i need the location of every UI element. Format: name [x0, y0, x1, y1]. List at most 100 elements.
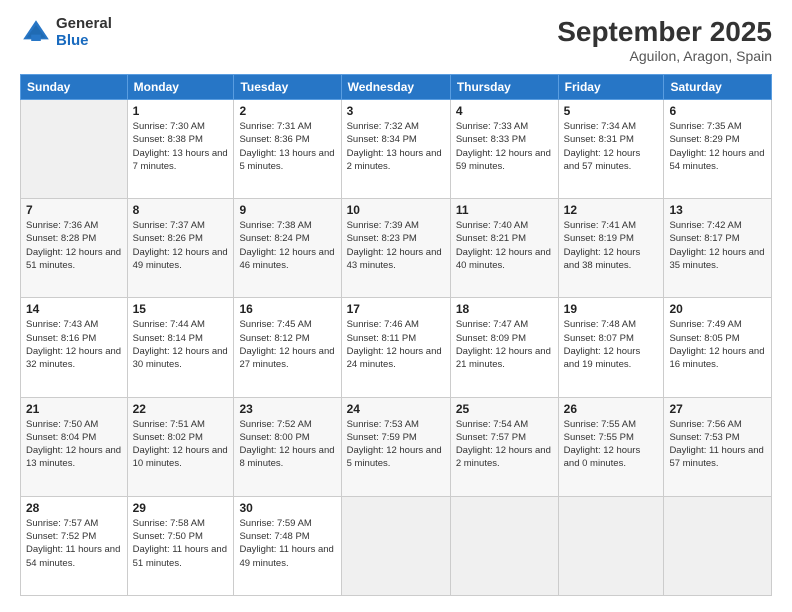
day-number: 29 — [133, 501, 229, 515]
day-info: Sunrise: 7:38 AMSunset: 8:24 PMDaylight:… — [239, 219, 335, 272]
day-number: 17 — [347, 302, 445, 316]
header-friday: Friday — [558, 75, 664, 100]
day-info: Sunrise: 7:39 AMSunset: 8:23 PMDaylight:… — [347, 219, 445, 272]
day-info: Sunrise: 7:59 AMSunset: 7:48 PMDaylight:… — [239, 517, 335, 570]
calendar-cell: 20 Sunrise: 7:49 AMSunset: 8:05 PMDayligh… — [664, 298, 772, 397]
day-number: 27 — [669, 402, 766, 416]
week-row-3: 21Sunrise: 7:50 AMSunset: 8:04 PMDayligh… — [21, 397, 772, 496]
calendar-cell: 11Sunrise: 7:40 AMSunset: 8:21 PMDayligh… — [450, 199, 558, 298]
calendar-cell: 15 Sunrise: 7:44 AMSunset: 8:14 PMDayligh… — [127, 298, 234, 397]
calendar-table: Sunday Monday Tuesday Wednesday Thursday… — [20, 74, 772, 596]
day-number: 3 — [347, 104, 445, 118]
header-wednesday: Wednesday — [341, 75, 450, 100]
day-info: Sunrise: 7:37 AMSunset: 8:26 PMDaylight:… — [133, 219, 229, 272]
calendar-cell: 27 Sunrise: 7:56 AMSunset: 7:53 PMDayligh… — [664, 397, 772, 496]
day-number: 2 — [239, 104, 335, 118]
day-info: Sunrise: 7:49 AMSunset: 8:05 PMDaylight:… — [669, 318, 766, 371]
day-info: Sunrise: 7:43 AMSunset: 8:16 PMDaylight:… — [26, 318, 122, 371]
calendar-cell — [21, 100, 128, 199]
day-number: 24 — [347, 402, 445, 416]
week-row-4: 28 Sunrise: 7:57 AMSunset: 7:52 PMDayligh… — [21, 496, 772, 595]
calendar-cell: 2 Sunrise: 7:31 AMSunset: 8:36 PMDaylight… — [234, 100, 341, 199]
day-number: 28 — [26, 501, 122, 515]
day-info: Sunrise: 7:54 AMSunset: 7:57 PMDaylight:… — [456, 418, 553, 471]
day-number: 6 — [669, 104, 766, 118]
day-info: Sunrise: 7:32 AMSunset: 8:34 PMDaylight:… — [347, 120, 445, 173]
calendar-cell — [450, 496, 558, 595]
week-row-0: 1 Sunrise: 7:30 AMSunset: 8:38 PMDaylight… — [21, 100, 772, 199]
day-number: 20 — [669, 302, 766, 316]
calendar-cell — [558, 496, 664, 595]
calendar-cell: 21Sunrise: 7:50 AMSunset: 8:04 PMDayligh… — [21, 397, 128, 496]
calendar-cell: 5 Sunrise: 7:34 AMSunset: 8:31 PMDaylight… — [558, 100, 664, 199]
day-info: Sunrise: 7:34 AMSunset: 8:31 PMDaylight:… — [564, 120, 659, 173]
week-row-2: 14Sunrise: 7:43 AMSunset: 8:16 PMDayligh… — [21, 298, 772, 397]
day-number: 16 — [239, 302, 335, 316]
day-info: Sunrise: 7:41 AMSunset: 8:19 PMDaylight:… — [564, 219, 659, 272]
calendar-cell: 30 Sunrise: 7:59 AMSunset: 7:48 PMDayligh… — [234, 496, 341, 595]
calendar-cell: 8 Sunrise: 7:37 AMSunset: 8:26 PMDaylight… — [127, 199, 234, 298]
week-row-1: 7Sunrise: 7:36 AMSunset: 8:28 PMDaylight… — [21, 199, 772, 298]
day-number: 26 — [564, 402, 659, 416]
header-saturday: Saturday — [664, 75, 772, 100]
day-info: Sunrise: 7:42 AMSunset: 8:17 PMDaylight:… — [669, 219, 766, 272]
day-info: Sunrise: 7:55 AMSunset: 7:55 PMDaylight:… — [564, 418, 659, 471]
day-info: Sunrise: 7:47 AMSunset: 8:09 PMDaylight:… — [456, 318, 553, 371]
calendar-cell: 10Sunrise: 7:39 AMSunset: 8:23 PMDayligh… — [341, 199, 450, 298]
calendar-cell: 4 Sunrise: 7:33 AMSunset: 8:33 PMDaylight… — [450, 100, 558, 199]
calendar-cell: 9Sunrise: 7:38 AMSunset: 8:24 PMDaylight… — [234, 199, 341, 298]
calendar-cell — [664, 496, 772, 595]
calendar-cell: 16 Sunrise: 7:45 AMSunset: 8:12 PMDayligh… — [234, 298, 341, 397]
day-number: 5 — [564, 104, 659, 118]
page: General Blue September 2025 Aguilon, Ara… — [0, 0, 792, 612]
logo-general: General — [56, 16, 112, 33]
calendar-cell: 17 Sunrise: 7:46 AMSunset: 8:11 PMDayligh… — [341, 298, 450, 397]
day-number: 4 — [456, 104, 553, 118]
calendar-cell: 24Sunrise: 7:53 AMSunset: 7:59 PMDayligh… — [341, 397, 450, 496]
calendar-cell: 14Sunrise: 7:43 AMSunset: 8:16 PMDayligh… — [21, 298, 128, 397]
calendar-cell: 19Sunrise: 7:48 AMSunset: 8:07 PMDayligh… — [558, 298, 664, 397]
day-number: 22 — [133, 402, 229, 416]
calendar-cell: 13 Sunrise: 7:42 AMSunset: 8:17 PMDayligh… — [664, 199, 772, 298]
calendar-cell: 23 Sunrise: 7:52 AMSunset: 8:00 PMDayligh… — [234, 397, 341, 496]
day-info: Sunrise: 7:52 AMSunset: 8:00 PMDaylight:… — [239, 418, 335, 471]
calendar-cell: 18Sunrise: 7:47 AMSunset: 8:09 PMDayligh… — [450, 298, 558, 397]
day-info: Sunrise: 7:58 AMSunset: 7:50 PMDaylight:… — [133, 517, 229, 570]
day-info: Sunrise: 7:57 AMSunset: 7:52 PMDaylight:… — [26, 517, 122, 570]
logo-blue: Blue — [56, 33, 112, 50]
day-info: Sunrise: 7:33 AMSunset: 8:33 PMDaylight:… — [456, 120, 553, 173]
day-number: 11 — [456, 203, 553, 217]
month-title: September 2025 — [557, 16, 772, 48]
header-sunday: Sunday — [21, 75, 128, 100]
day-info: Sunrise: 7:35 AMSunset: 8:29 PMDaylight:… — [669, 120, 766, 173]
calendar-cell: 12Sunrise: 7:41 AMSunset: 8:19 PMDayligh… — [558, 199, 664, 298]
header-tuesday: Tuesday — [234, 75, 341, 100]
logo-text: General Blue — [56, 16, 112, 49]
calendar-cell: 7Sunrise: 7:36 AMSunset: 8:28 PMDaylight… — [21, 199, 128, 298]
day-number: 13 — [669, 203, 766, 217]
day-info: Sunrise: 7:45 AMSunset: 8:12 PMDaylight:… — [239, 318, 335, 371]
day-info: Sunrise: 7:50 AMSunset: 8:04 PMDaylight:… — [26, 418, 122, 471]
calendar-cell: 25 Sunrise: 7:54 AMSunset: 7:57 PMDayligh… — [450, 397, 558, 496]
day-info: Sunrise: 7:30 AMSunset: 8:38 PMDaylight:… — [133, 120, 229, 173]
logo: General Blue — [20, 16, 112, 49]
day-number: 25 — [456, 402, 553, 416]
day-info: Sunrise: 7:46 AMSunset: 8:11 PMDaylight:… — [347, 318, 445, 371]
calendar-cell: 26 Sunrise: 7:55 AMSunset: 7:55 PMDayligh… — [558, 397, 664, 496]
day-number: 15 — [133, 302, 229, 316]
calendar-cell: 28 Sunrise: 7:57 AMSunset: 7:52 PMDayligh… — [21, 496, 128, 595]
day-info: Sunrise: 7:31 AMSunset: 8:36 PMDaylight:… — [239, 120, 335, 173]
day-number: 23 — [239, 402, 335, 416]
header: General Blue September 2025 Aguilon, Ara… — [20, 16, 772, 64]
calendar-cell — [341, 496, 450, 595]
day-info: Sunrise: 7:56 AMSunset: 7:53 PMDaylight:… — [669, 418, 766, 471]
title-block: September 2025 Aguilon, Aragon, Spain — [557, 16, 772, 64]
day-info: Sunrise: 7:51 AMSunset: 8:02 PMDaylight:… — [133, 418, 229, 471]
location: Aguilon, Aragon, Spain — [557, 48, 772, 64]
day-info: Sunrise: 7:44 AMSunset: 8:14 PMDaylight:… — [133, 318, 229, 371]
day-info: Sunrise: 7:36 AMSunset: 8:28 PMDaylight:… — [26, 219, 122, 272]
header-thursday: Thursday — [450, 75, 558, 100]
day-number: 30 — [239, 501, 335, 515]
day-number: 1 — [133, 104, 229, 118]
day-number: 8 — [133, 203, 229, 217]
